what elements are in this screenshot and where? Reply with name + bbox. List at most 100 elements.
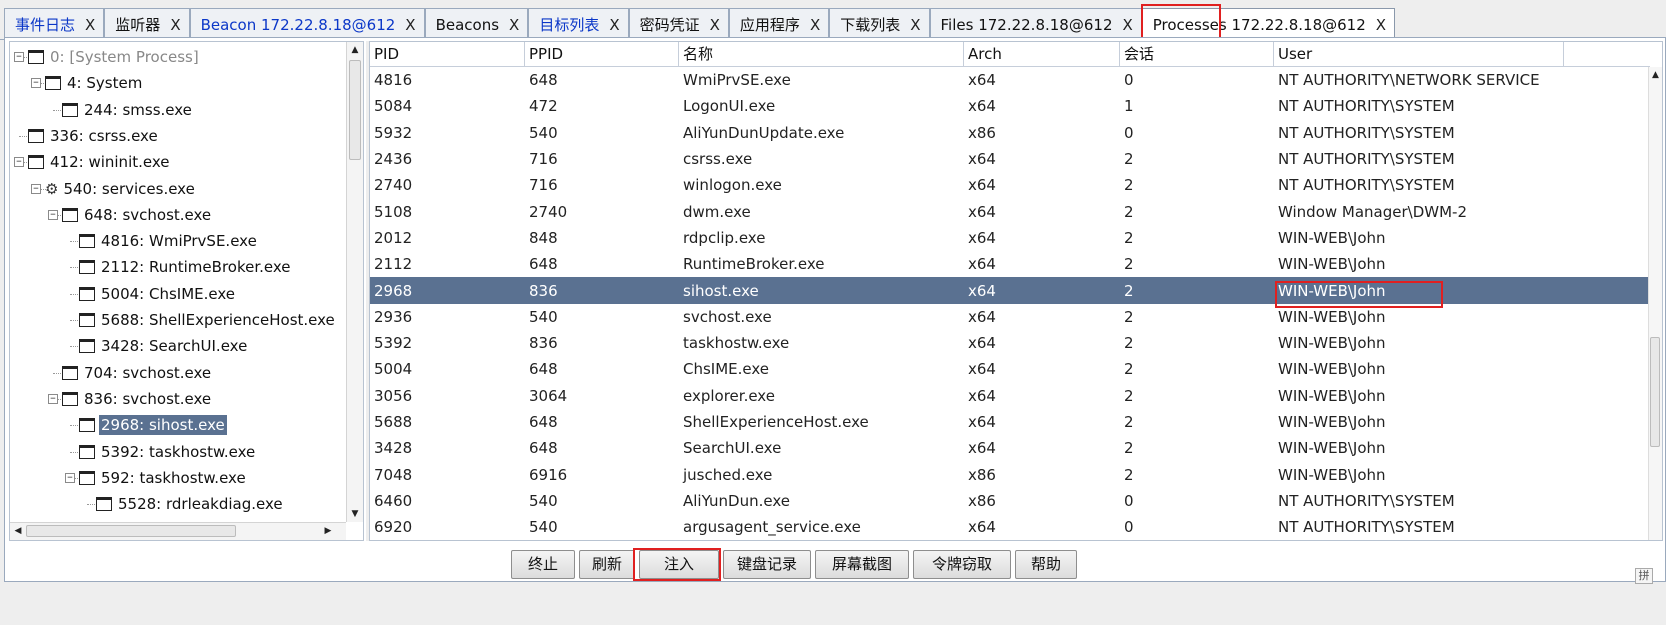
- tree-item[interactable]: − ⚙ 540: services.exe: [10, 176, 346, 202]
- tree-item-label: 5392: taskhostw.exe: [101, 442, 256, 461]
- table-row[interactable]: 5084 472 LogonUI.exe x64 1 NT AUTHORITY\SYSTE…: [370, 93, 1650, 119]
- tree-hscroll-thumb[interactable]: [26, 525, 236, 537]
- close-icon[interactable]: X: [810, 16, 820, 34]
- table-cell: 540: [529, 491, 558, 510]
- column-header[interactable]: PPID: [525, 42, 679, 67]
- tree-item[interactable]: 5004: ChsIME.exe: [10, 281, 346, 307]
- tree-horizontal-scrollbar[interactable]: ◀ ▶: [10, 522, 346, 540]
- keylogger-button[interactable]: 键盘记录: [723, 550, 811, 579]
- tree-item[interactable]: − 0: [System Process]: [10, 44, 346, 70]
- scroll-up-arrow-icon[interactable]: ▲: [347, 42, 363, 58]
- table-row[interactable]: 2012 848 rdpclip.exe x64 2 WIN-WEB\John: [370, 225, 1650, 251]
- table-body: 4816 648 WmiPrvSE.exe x64 0 NT AUTHORITY\NETW…: [370, 67, 1650, 540]
- table-row[interactable]: 5688 648 ShellExperienceHost.exe x64 2 WIN-WE…: [370, 409, 1650, 435]
- table-cell: 0: [1124, 491, 1134, 510]
- table-row[interactable]: 2112 648 RuntimeBroker.exe x64 2 WIN-WEB\John: [370, 251, 1650, 277]
- inject-button[interactable]: 注入: [639, 550, 719, 579]
- tree-item-label: 4: System: [67, 74, 143, 93]
- table-row[interactable]: 6460 540 AliYunDun.exe x86 0 NT AUTHORITY\SYS…: [370, 488, 1650, 514]
- table-row[interactable]: 3428 648 SearchUI.exe x64 2 WIN-WEB\John: [370, 435, 1650, 461]
- table-row[interactable]: 2740 716 winlogon.exe x64 2 NT AUTHORITY\SYST…: [370, 172, 1650, 198]
- close-icon[interactable]: X: [710, 16, 720, 34]
- table-row[interactable]: 7048 6916 jusched.exe x86 2 WIN-WEB\John: [370, 461, 1650, 487]
- tree-vertical-scrollbar[interactable]: ▲ ▼: [346, 42, 363, 522]
- tree-item-label: 704: svchost.exe: [84, 363, 212, 382]
- collapse-toggle-icon[interactable]: −: [14, 52, 24, 62]
- table-row[interactable]: 3056 3064 explorer.exe x64 2 WIN-WEB\John: [370, 383, 1650, 409]
- column-header[interactable]: 名称: [679, 42, 964, 67]
- tree-item[interactable]: 5392: taskhostw.exe: [10, 439, 346, 465]
- refresh-button[interactable]: 刷新: [579, 550, 635, 579]
- scroll-down-arrow-icon[interactable]: ▼: [347, 506, 363, 522]
- column-header[interactable]: Arch: [964, 42, 1120, 67]
- table-vertical-scrollbar[interactable]: ▲: [1648, 67, 1662, 540]
- tree-item[interactable]: 2968: sihost.exe: [10, 412, 346, 438]
- column-header[interactable]: 会话: [1120, 42, 1274, 67]
- window-icon: [62, 365, 78, 380]
- close-icon[interactable]: X: [85, 16, 95, 34]
- screenshot-button[interactable]: 屏幕截图: [815, 550, 909, 579]
- tab-3[interactable]: Beacons X: [424, 8, 529, 40]
- help-button[interactable]: 帮助: [1015, 550, 1077, 579]
- tree-item[interactable]: 336: csrss.exe: [10, 123, 346, 149]
- tree-item[interactable]: 704: svchost.exe: [10, 360, 346, 386]
- table-row[interactable]: 2936 540 svchost.exe x64 2 WIN-WEB\John: [370, 304, 1650, 330]
- kill-button[interactable]: 终止: [511, 550, 575, 579]
- close-icon[interactable]: X: [170, 16, 180, 34]
- close-icon[interactable]: X: [1376, 16, 1386, 34]
- tree-item[interactable]: 5688: ShellExperienceHost.exe: [10, 307, 346, 333]
- collapse-toggle-icon[interactable]: −: [48, 209, 58, 220]
- table-cell: x64: [968, 281, 996, 300]
- tab-8[interactable]: Files 172.22.8.18@612 X: [929, 8, 1142, 40]
- table-row[interactable]: 5932 540 AliYunDunUpdate.exe x86 0 NT AUTHORI…: [370, 120, 1650, 146]
- tab-0[interactable]: 事件日志 X: [4, 8, 105, 40]
- collapse-toggle-icon[interactable]: −: [48, 393, 58, 404]
- tab-6[interactable]: 应用程序 X: [728, 8, 830, 40]
- table-row[interactable]: 5108 2740 dwm.exe x64 2 Window Manager\DWM-2: [370, 198, 1650, 224]
- tab-4[interactable]: 目标列表 X: [528, 8, 629, 40]
- tab-7[interactable]: 下载列表 X: [829, 8, 930, 40]
- tree-scroll-thumb[interactable]: [349, 60, 361, 160]
- close-icon[interactable]: X: [910, 16, 920, 34]
- column-header[interactable]: User: [1274, 42, 1564, 67]
- tree-item[interactable]: 3428: SearchUI.exe: [10, 333, 346, 359]
- tree-item[interactable]: − 4: System: [10, 70, 346, 96]
- collapse-toggle-icon[interactable]: −: [31, 183, 41, 194]
- table-cell: 2: [1124, 176, 1134, 195]
- table-row[interactable]: 2968 836 sihost.exe x64 2 WIN-WEB\John: [370, 277, 1650, 304]
- collapse-toggle-icon[interactable]: −: [31, 78, 41, 89]
- tab-2[interactable]: Beacon 172.22.8.18@612 X: [189, 8, 425, 40]
- close-icon[interactable]: X: [609, 16, 619, 34]
- collapse-toggle-icon[interactable]: −: [14, 157, 24, 168]
- tab-5[interactable]: 密码凭证 X: [628, 8, 729, 40]
- table-scroll-thumb[interactable]: [1650, 337, 1660, 447]
- close-icon[interactable]: X: [1122, 16, 1132, 34]
- close-icon[interactable]: X: [405, 16, 415, 34]
- scroll-right-arrow-icon[interactable]: ▶: [320, 523, 336, 539]
- table-row[interactable]: 4816 648 WmiPrvSE.exe x64 0 NT AUTHORITY\NETW…: [370, 67, 1650, 93]
- table-row[interactable]: 2436 716 csrss.exe x64 2 NT AUTHORITY\SYSTEM: [370, 146, 1650, 172]
- column-header[interactable]: PID: [370, 42, 525, 67]
- table-cell: 2968: [374, 281, 413, 300]
- tree-item[interactable]: − 592: taskhostw.exe: [10, 465, 346, 491]
- table-row[interactable]: 5004 648 ChsIME.exe x64 2 WIN-WEB\John: [370, 356, 1650, 382]
- collapse-toggle-icon[interactable]: −: [65, 472, 75, 483]
- table-cell: Window Manager\DWM-2: [1278, 202, 1467, 221]
- tree-node: 5688: ShellExperienceHost.exe: [65, 310, 337, 330]
- table-row[interactable]: 5392 836 taskhostw.exe x64 2 WIN-WEB\John: [370, 330, 1650, 356]
- tab-strip: 事件日志 X 监听器 X Beacon 172.22.8.18@612 X Beacons X…: [0, 4, 1666, 41]
- steal-token-button[interactable]: 令牌窃取: [913, 550, 1011, 579]
- table-cell: x64: [968, 255, 996, 274]
- scroll-left-arrow-icon[interactable]: ◀: [10, 523, 26, 539]
- close-icon[interactable]: X: [509, 16, 519, 34]
- tree-item[interactable]: 2112: RuntimeBroker.exe: [10, 254, 346, 280]
- tree-item[interactable]: 4816: WmiPrvSE.exe: [10, 228, 346, 254]
- table-row[interactable]: 6920 540 argusagent_service.exe x64 0 NT AUTH…: [370, 514, 1650, 540]
- table-scroll-up-icon[interactable]: ▲: [1649, 67, 1662, 83]
- tree-item[interactable]: − 836: svchost.exe: [10, 386, 346, 412]
- tree-item[interactable]: 5528: rdrleakdiag.exe: [10, 491, 346, 517]
- tree-item[interactable]: − 648: svchost.exe: [10, 202, 346, 228]
- tab-1[interactable]: 监听器 X: [104, 8, 190, 40]
- tree-item[interactable]: 244: smss.exe: [10, 97, 346, 123]
- tree-item[interactable]: − 412: wininit.exe: [10, 149, 346, 175]
